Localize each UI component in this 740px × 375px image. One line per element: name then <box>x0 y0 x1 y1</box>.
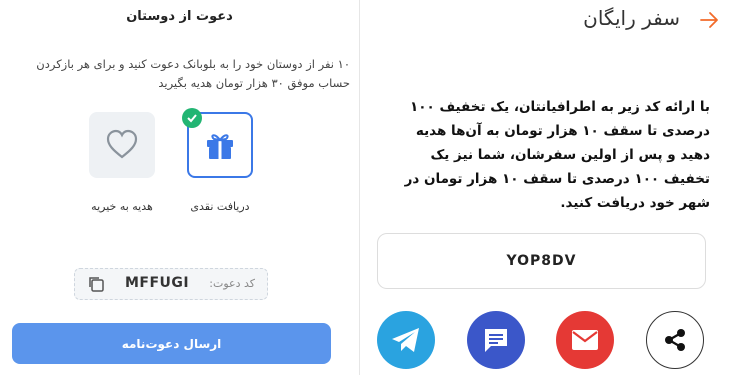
share-button[interactable] <box>646 311 704 369</box>
invite-title: دعوت از دوستان <box>126 9 233 24</box>
invite-code-value: MFFUGI <box>125 275 190 291</box>
charity-option[interactable] <box>89 112 155 178</box>
promo-code-box[interactable]: YOP8DV <box>377 233 706 289</box>
invite-description: ۱۰ نفر از دوستان خود را به بلوبانک دعوت … <box>36 57 350 90</box>
gift-icon <box>207 134 233 159</box>
cash-reward-label: دریافت نقدی <box>190 200 250 213</box>
email-share-button[interactable] <box>556 311 614 369</box>
message-share-button[interactable] <box>467 311 525 369</box>
panel-divider <box>359 0 360 375</box>
page-title: سفر رایگان <box>583 6 680 30</box>
copy-icon[interactable] <box>87 275 105 293</box>
promo-description: با ارائه کد زیر به اطرافیانتان، یک تخفیف… <box>404 99 710 211</box>
selected-check-icon <box>182 108 202 128</box>
message-icon <box>485 329 507 352</box>
telegram-share-button[interactable] <box>377 311 435 369</box>
back-arrow-icon[interactable] <box>696 7 722 33</box>
invite-code-label: کد دعوت: <box>209 277 255 290</box>
invite-code-box[interactable]: کد دعوت: MFFUGI <box>74 268 268 300</box>
share-icon <box>665 329 685 351</box>
heart-icon <box>106 129 138 159</box>
charity-label: هدیه به خیریه <box>91 200 153 213</box>
send-invite-button[interactable]: ارسال دعوت‌نامه <box>12 323 331 364</box>
email-icon <box>572 330 598 350</box>
telegram-icon <box>392 328 419 352</box>
